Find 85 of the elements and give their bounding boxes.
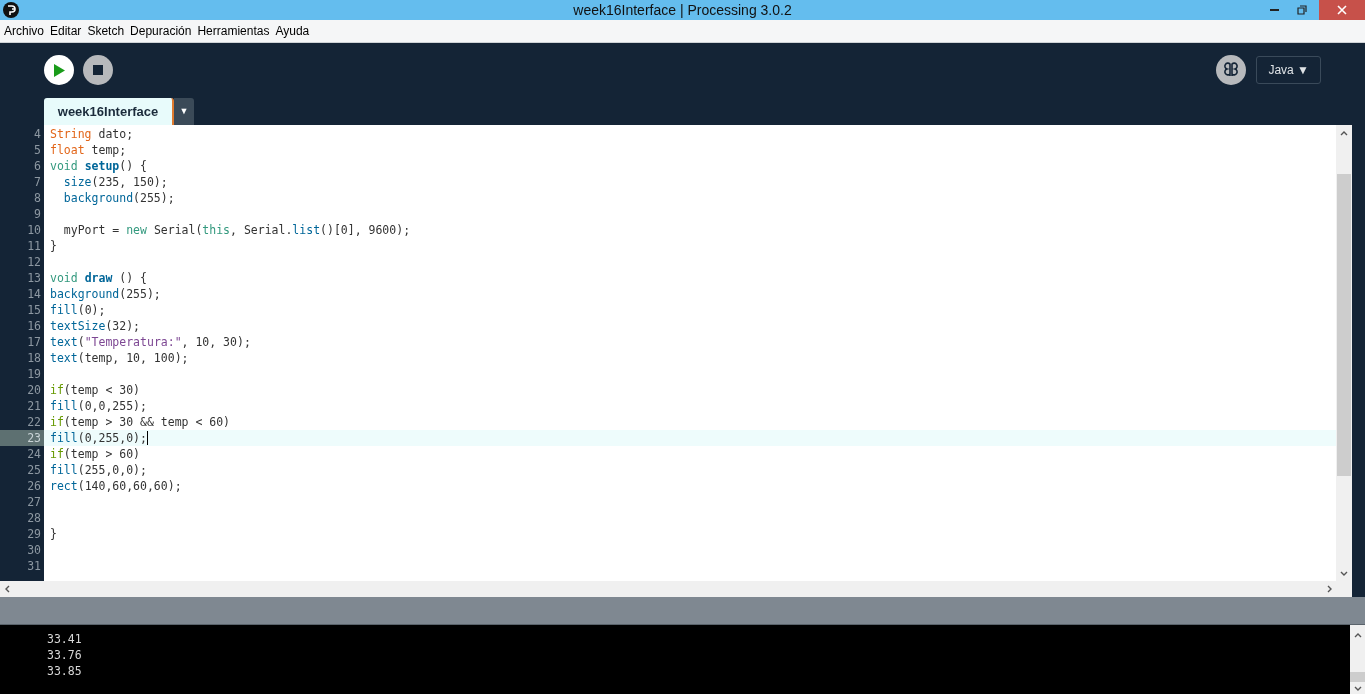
line-number: 18 xyxy=(26,350,42,366)
line-number: 13 xyxy=(26,270,42,286)
line-number: 9 xyxy=(33,206,42,222)
menu-item[interactable]: Editar xyxy=(50,22,82,40)
vertical-scrollbar[interactable] xyxy=(1336,125,1352,581)
scroll-up-icon xyxy=(1353,633,1362,638)
console-line: 33.76 xyxy=(47,647,83,663)
app-logo-icon xyxy=(3,2,19,18)
code-line: fill(0,0,255); xyxy=(50,398,147,414)
play-icon xyxy=(53,63,65,77)
code-line: } xyxy=(50,238,57,254)
code-line: if(temp > 30 && temp < 60) xyxy=(50,414,231,430)
scroll-thumb[interactable] xyxy=(1337,174,1351,476)
line-number: 6 xyxy=(33,158,42,174)
scroll-left-icon xyxy=(5,585,10,593)
line-number: 23 xyxy=(0,430,44,446)
text-cursor xyxy=(146,431,148,445)
line-number: 7 xyxy=(33,174,42,190)
code-line: if(temp < 30) xyxy=(50,382,141,398)
code-line: background(255); xyxy=(50,286,161,302)
stop-icon xyxy=(93,65,103,75)
restore-icon xyxy=(1297,5,1307,15)
line-number: 8 xyxy=(33,190,42,206)
line-number: 20 xyxy=(26,382,42,398)
line-number: 19 xyxy=(26,366,42,382)
scroll-down-icon xyxy=(1340,571,1348,576)
line-number: 22 xyxy=(26,414,42,430)
code-line: textSize(32); xyxy=(50,318,140,334)
line-number: 10 xyxy=(26,222,42,238)
console-line: 33.85 xyxy=(47,663,83,679)
debugger-button[interactable] xyxy=(1216,55,1247,85)
file-tab[interactable]: week16Interface xyxy=(44,98,174,125)
menu-item[interactable]: Sketch xyxy=(87,22,125,40)
line-number: 29 xyxy=(26,526,42,542)
menu-item[interactable]: Ayuda xyxy=(275,22,310,40)
line-number: 27 xyxy=(26,494,42,510)
code-line: text("Temperatura:", 10, 30); xyxy=(50,334,251,350)
line-number: 28 xyxy=(26,510,42,526)
line-number: 30 xyxy=(26,542,42,558)
close-button[interactable] xyxy=(1319,0,1365,20)
tab-menu-button[interactable]: ▼ xyxy=(174,98,194,125)
console-line: 33.41 xyxy=(47,631,83,647)
code-line: float temp; xyxy=(50,142,127,158)
line-number: 31 xyxy=(26,558,42,574)
stop-button[interactable] xyxy=(83,55,113,85)
scroll-up-icon xyxy=(1340,131,1348,136)
line-number: 4 xyxy=(33,126,42,142)
code-line: size(235, 150); xyxy=(62,174,168,190)
code-line: void setup() { xyxy=(50,158,147,174)
code-line: void draw () { xyxy=(50,270,147,286)
line-number: 16 xyxy=(26,318,42,334)
scroll-right-icon xyxy=(1327,585,1332,593)
line-number: 26 xyxy=(26,478,42,494)
line-number: 12 xyxy=(26,254,42,270)
scroll-down-icon xyxy=(1353,686,1362,691)
mode-dropdown[interactable]: Java ▼ xyxy=(1256,56,1321,84)
code-line: rect(140,60,60,60); xyxy=(50,478,182,494)
code-line: String dato; xyxy=(50,126,134,142)
horizontal-scrollbar[interactable] xyxy=(0,581,1352,597)
menu-item[interactable]: Archivo xyxy=(4,22,44,40)
window-title: week16Interface | Processing 3.0.2 xyxy=(573,0,792,20)
line-number: 14 xyxy=(26,286,42,302)
line-number: 25 xyxy=(26,462,42,478)
line-number: 15 xyxy=(26,302,42,318)
code-line: background(255); xyxy=(62,190,175,206)
code-line: if(temp > 60) xyxy=(50,446,141,462)
line-number: 17 xyxy=(26,334,42,350)
scroll-thumb[interactable] xyxy=(1350,672,1365,682)
code-line: text(temp, 10, 100); xyxy=(50,350,189,366)
line-number: 5 xyxy=(33,142,42,158)
code-line: myPort = new Serial(this, Serial.list()[0], 9600); xyxy=(62,222,411,238)
menu-item[interactable]: Herramientas xyxy=(197,22,270,40)
butterfly-icon xyxy=(1222,61,1241,79)
line-number: 24 xyxy=(26,446,42,462)
code-line: fill(0); xyxy=(50,302,106,318)
line-number: 21 xyxy=(26,398,42,414)
console-scrollbar[interactable] xyxy=(1350,625,1365,694)
close-icon xyxy=(1337,5,1347,15)
menu-item[interactable]: Depuración xyxy=(130,22,192,40)
code-line: } xyxy=(50,526,57,542)
code-line: fill(255,0,0); xyxy=(50,462,147,478)
line-number: 11 xyxy=(26,238,42,254)
minimize-icon xyxy=(1269,9,1279,11)
run-button[interactable] xyxy=(44,55,74,85)
code-line: fill(0,255,0); xyxy=(50,430,147,446)
